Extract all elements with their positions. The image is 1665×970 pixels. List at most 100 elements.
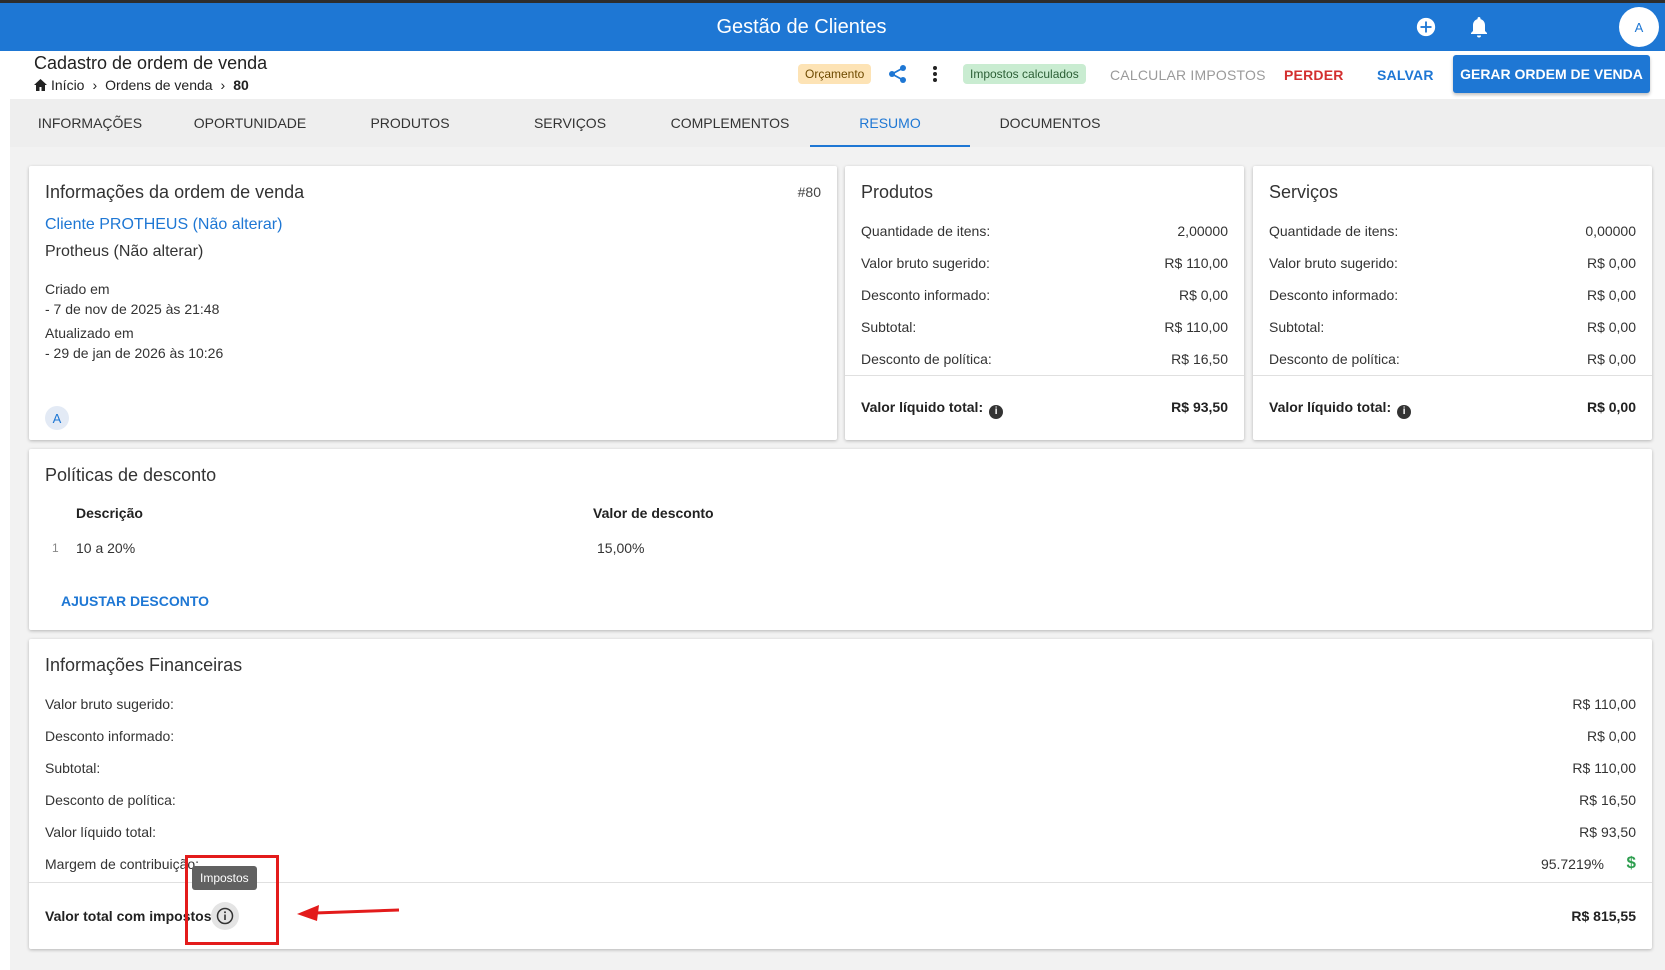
row-label: Desconto de política: (1269, 351, 1400, 367)
policy-description: 10 a 20% (76, 540, 136, 556)
updated-value: - 29 de jan de 2026 às 10:26 (45, 345, 224, 361)
order-number: #80 (797, 184, 821, 200)
tab-oportunidade[interactable]: OPORTUNIDADE (170, 99, 330, 147)
total-label-text: Valor líquido total: (861, 399, 984, 415)
calculate-taxes-button[interactable]: CALCULAR IMPOSTOS (1110, 51, 1266, 99)
adjust-discount-button[interactable]: AJUSTAR DESCONTO (61, 593, 209, 609)
row-value: R$ 0,00 (1586, 319, 1636, 335)
info-icon[interactable]: i (989, 404, 1004, 419)
row-value: R$ 0,00 (1586, 351, 1636, 367)
home-icon[interactable] (34, 79, 47, 91)
more-vertical-icon[interactable] (922, 61, 948, 87)
row-value: 2,00000 (1177, 223, 1228, 239)
row-value: R$ 110,00 (1572, 760, 1636, 776)
total-label-text: Valor líquido total: (1269, 399, 1392, 415)
breadcrumb-home[interactable]: Início (51, 77, 84, 93)
margin-value: 95.7219% (1540, 856, 1604, 872)
row-label: Desconto de política: (45, 792, 176, 808)
row-value: R$ 0,00 (1178, 287, 1228, 303)
info-icon[interactable]: i (1397, 404, 1412, 419)
row-value: R$ 93,50 (1579, 824, 1636, 840)
tab-produtos[interactable]: PRODUTOS (330, 99, 490, 147)
row-value: R$ 110,00 (1572, 696, 1636, 712)
chevron-right-icon: › (220, 77, 226, 93)
row-value: R$ 110,00 (1164, 319, 1228, 335)
card-title: Políticas de desconto (45, 465, 217, 485)
row-value: R$ 16,50 (1171, 351, 1228, 367)
row-value: R$ 0,00 (1586, 287, 1636, 303)
row-label: Valor bruto sugerido: (861, 255, 990, 271)
app-bar: Gestão de Clientes A (0, 3, 1665, 51)
card-title: Informações Financeiras (45, 655, 243, 675)
row-value: 0,00000 (1585, 223, 1636, 239)
order-info-card: Informações da ordem de venda #80 Client… (29, 166, 837, 440)
created-value: - 7 de nov de 2025 às 21:48 (45, 301, 220, 317)
breadcrumb: Início › Ordens de venda › 80 (34, 77, 249, 93)
row-label: Quantidade de itens: (1269, 223, 1399, 239)
lose-button[interactable]: PERDER (1284, 51, 1344, 99)
breadcrumb-current: 80 (233, 77, 249, 93)
services-summary-card: Serviços Quantidade de itens: 0,00000 Va… (1253, 166, 1652, 440)
updated-label: Atualizado em (45, 325, 134, 341)
row-label: Quantidade de itens: (861, 223, 991, 239)
tab-complementos[interactable]: COMPLEMENTOS (650, 99, 810, 147)
total-value: R$ 0,00 (1586, 399, 1636, 415)
row-value: R$ 110,00 (1164, 255, 1228, 271)
app-title: Gestão de Clientes (716, 16, 887, 38)
taxes-status-badge: Impostos calculados (963, 64, 1086, 84)
total-label: Valor líquido total: i (861, 399, 1004, 419)
save-button[interactable]: SALVAR (1377, 51, 1434, 99)
products-summary-card: Produtos Quantidade de itens: 2,00000 Va… (845, 166, 1244, 440)
row-label: Valor líquido total: (45, 824, 157, 840)
discount-policies-card: Políticas de desconto Descrição Valor de… (29, 449, 1652, 630)
row-value: R$ 16,50 (1579, 792, 1636, 808)
chevron-right-icon: › (92, 77, 98, 93)
row-label: Subtotal: (1269, 319, 1325, 335)
share-icon[interactable] (885, 61, 911, 87)
card-title: Produtos (861, 182, 934, 202)
bell-icon[interactable] (1465, 13, 1493, 41)
tab-servicos[interactable]: SERVIÇOS (490, 99, 650, 147)
breadcrumb-list[interactable]: Ordens de venda (105, 77, 212, 93)
margin-label: Margem de contribuição: (45, 856, 200, 872)
tab-informacoes[interactable]: INFORMAÇÕES (10, 99, 170, 147)
owner-avatar[interactable]: A (45, 406, 69, 430)
row-label: Desconto informado: (861, 287, 991, 303)
created-label: Criado em (45, 281, 110, 297)
add-circle-icon[interactable] (1412, 13, 1440, 41)
row-value: R$ 0,00 (1586, 728, 1636, 744)
annotation-arrow-icon (297, 905, 400, 921)
row-label: Desconto informado: (45, 728, 175, 744)
policy-discount-value: 15,00% (597, 540, 645, 556)
tab-bar: INFORMAÇÕES OPORTUNIDADE PRODUTOS SERVIÇ… (10, 99, 1665, 147)
column-header-description: Descrição (76, 505, 143, 521)
total-value: R$ 93,50 (1171, 399, 1228, 415)
divider (1253, 375, 1652, 376)
total-label: Valor líquido total: i (1269, 399, 1412, 419)
dollar-icon: $ (1626, 853, 1636, 872)
main-content: Informações da ordem de venda #80 Client… (10, 147, 1665, 970)
row-label: Desconto de política: (861, 351, 992, 367)
user-avatar[interactable]: A (1619, 7, 1659, 47)
row-label: Valor bruto sugerido: (45, 696, 174, 712)
row-label: Subtotal: (45, 760, 101, 776)
tab-resumo[interactable]: RESUMO (810, 99, 970, 147)
highlight-box (185, 855, 279, 945)
row-value: R$ 0,00 (1586, 255, 1636, 271)
row-label: Subtotal: (861, 319, 917, 335)
client-link[interactable]: Cliente PROTHEUS (Não alterar) (45, 216, 282, 234)
page-title: Cadastro de ordem de venda (34, 53, 268, 73)
row-label: Valor bruto sugerido: (1269, 255, 1398, 271)
column-header-discount: Valor de desconto (593, 505, 714, 521)
status-badge: Orçamento (798, 64, 872, 84)
client-name: Protheus (Não alterar) (45, 243, 204, 260)
divider (845, 375, 1244, 376)
card-title: Informações da ordem de venda (45, 182, 305, 202)
total-with-taxes-value: R$ 815,55 (1571, 908, 1636, 924)
tab-documentos[interactable]: DOCUMENTOS (970, 99, 1130, 147)
card-title: Serviços (1269, 182, 1339, 202)
row-label: Desconto informado: (1269, 287, 1399, 303)
page-header: Cadastro de ordem de venda Início › Orde… (10, 51, 1665, 99)
row-index: 1 (52, 541, 59, 555)
generate-order-button[interactable]: GERAR ORDEM DE VENDA (1453, 55, 1650, 93)
